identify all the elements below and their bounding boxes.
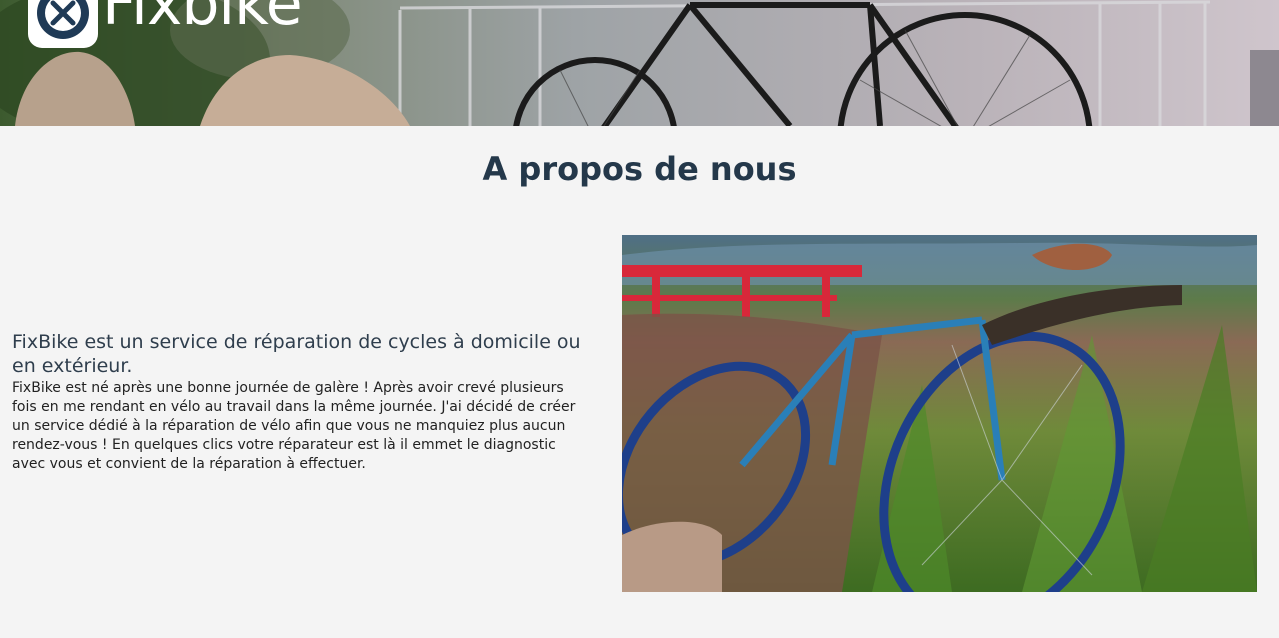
page-title: A propos de nous [482, 150, 797, 188]
about-heading: FixBike est un service de réparation de … [12, 331, 581, 377]
brand-name: Fixbike [102, 0, 303, 39]
bike-in-grass-photo [622, 235, 1257, 592]
wrench-gear-icon [28, 0, 98, 48]
about-section: FixBike est un service de réparation de … [12, 330, 592, 474]
hero-banner: Fixbike [0, 0, 1279, 126]
about-body: FixBike est né après une bonne journée d… [12, 380, 576, 472]
brand-logo[interactable]: Fixbike [28, 0, 303, 48]
